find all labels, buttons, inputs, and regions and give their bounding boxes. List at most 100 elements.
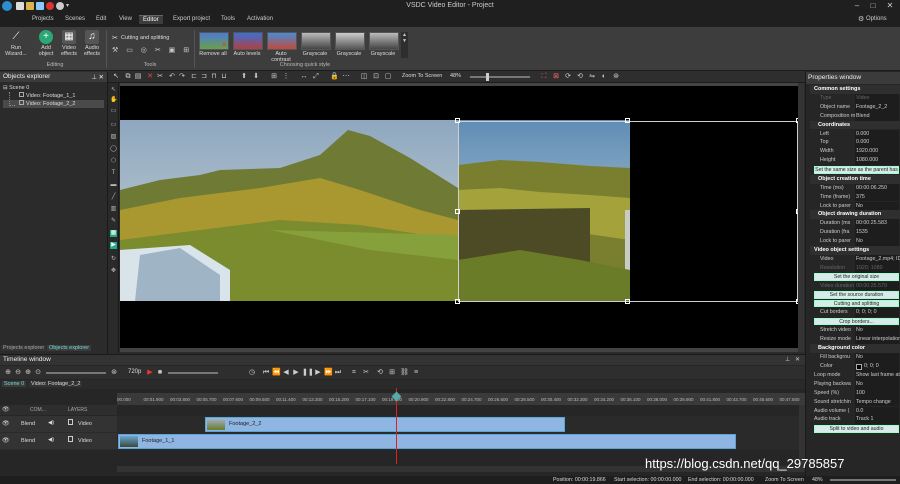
gear-icon[interactable]: ⚙	[858, 15, 864, 23]
color-swatch[interactable]	[856, 363, 862, 370]
split-icon[interactable]: ✂	[362, 368, 370, 377]
wheel-icon[interactable]: ⊛	[612, 72, 620, 81]
volume-slider[interactable]	[168, 372, 218, 374]
prop-cut-borders[interactable]: Cut borders 0; 0; 0; 0	[810, 308, 900, 318]
skip-end-icon[interactable]: ⏭	[334, 368, 342, 377]
step-back-icon[interactable]: ◀	[282, 368, 290, 377]
cutting-splitting-prop-button[interactable]: Cutting and splitting	[814, 299, 899, 307]
stretch-icon[interactable]: ↔	[300, 72, 308, 81]
prop-time-frame[interactable]: Time (frame) 375	[810, 192, 900, 202]
rotate-back-icon[interactable]: ⟲	[576, 72, 584, 81]
rotate-icon[interactable]: ⟳	[564, 72, 572, 81]
subtitle-icon[interactable]: ▬	[110, 182, 117, 189]
section-creation-time[interactable]: Object creation time	[810, 174, 900, 184]
panel-close-icon[interactable]: ✕	[99, 73, 104, 81]
resolution-dropdown[interactable]: 720p	[128, 369, 141, 375]
lock-icon[interactable]: 🔒	[330, 72, 339, 81]
snap-icon[interactable]: ⊞	[388, 368, 396, 377]
play-icon[interactable]: ▶	[292, 368, 300, 377]
canvas-scrollbar[interactable]	[798, 83, 804, 352]
prop-time-ms[interactable]: Time (ms) 00:00:06.250	[810, 183, 900, 193]
zoom-slider[interactable]	[470, 76, 530, 78]
delete-icon[interactable]: ✕	[146, 72, 154, 81]
cutting-splitting-button[interactable]: Cutting and splitting	[121, 35, 169, 41]
prop-width[interactable]: Width 1920.000	[810, 147, 900, 157]
prev-frame-icon[interactable]: ⏪	[272, 368, 281, 377]
cut-icon[interactable]: ✂	[156, 72, 164, 81]
menu-view[interactable]: View	[115, 15, 136, 23]
prop-playing-backwards[interactable]: Playing backwa No	[810, 379, 900, 389]
audio-icon[interactable]: ◀)	[48, 437, 54, 443]
align-left-icon[interactable]: ⊏	[190, 72, 198, 81]
add-object-button[interactable]: + Add object	[34, 30, 58, 57]
clock-icon[interactable]: ◷	[248, 368, 256, 377]
prop-loop-mode[interactable]: Loop mode Show last frame at	[810, 370, 900, 380]
stop-icon[interactable]: ■	[156, 368, 164, 377]
resize-handle[interactable]	[625, 118, 630, 123]
align-center-icon[interactable]: ⊐	[200, 72, 208, 81]
line-icon[interactable]: ╱	[110, 194, 117, 201]
track-settings-icon[interactable]	[68, 419, 73, 425]
snap-icon[interactable]: ⊡	[372, 72, 380, 81]
quick-style-grayscale-2[interactable]	[335, 32, 365, 50]
options-label[interactable]: Options	[866, 16, 887, 22]
close-icon[interactable]: ✕	[883, 1, 897, 10]
ellipse-icon[interactable]: ◯	[110, 146, 117, 153]
hand-icon[interactable]: ✋	[110, 97, 117, 104]
fit-icon[interactable]: ⤢	[312, 72, 320, 81]
align-top-icon[interactable]: ⊓	[210, 72, 218, 81]
resize-handle[interactable]	[455, 299, 460, 304]
selection-frame[interactable]	[458, 121, 798, 302]
next-frame-icon[interactable]: ⏩	[324, 368, 333, 377]
prop-resize-mode[interactable]: Resize mode Linear interpolation	[810, 335, 900, 345]
audio-effects-button[interactable]: ♫ Audio effects	[80, 30, 104, 57]
skip-start-icon[interactable]: ⏮	[262, 368, 270, 377]
menu-activation[interactable]: Activation	[243, 15, 277, 23]
pin-icon[interactable]: ⊥	[91, 73, 97, 81]
rectangle-icon[interactable]: ▭	[110, 122, 117, 129]
menu-export-project[interactable]: Export project	[169, 15, 214, 23]
menu-tools[interactable]: Tools	[217, 15, 239, 23]
same-size-button[interactable]: Set the same size as the parent has	[814, 166, 899, 174]
eye-icon[interactable]: 👁	[2, 437, 10, 444]
section-video-object-settings[interactable]: Video object settings	[810, 246, 900, 255]
menu-editor[interactable]: Editor	[139, 15, 163, 24]
loop-icon[interactable]: ⟲	[376, 368, 384, 377]
image-icon[interactable]: ▨	[110, 134, 117, 141]
timeline-close-icon[interactable]: ✕	[795, 356, 800, 363]
quick-style-grayscale-3[interactable]	[369, 32, 399, 50]
grid-icon[interactable]: ⊞	[270, 72, 278, 81]
eye-icon[interactable]: 👁	[2, 420, 10, 427]
section-drawing-duration[interactable]: Object drawing duration	[810, 210, 900, 220]
tab-scene-0[interactable]: Scene 0	[2, 381, 27, 387]
menu-projects[interactable]: Projects	[28, 15, 58, 23]
prop-fill-background[interactable]: Fill backgrou No	[810, 353, 900, 362]
brush-icon[interactable]: ✎	[110, 218, 117, 225]
prop-video-file[interactable]: Video Footage_2.mp4; ID	[810, 254, 900, 264]
prop-top[interactable]: Top 0.000	[810, 138, 900, 148]
fullscreen-icon[interactable]: ▢	[384, 72, 392, 81]
resize-handle[interactable]	[455, 209, 460, 214]
tab-projects-explorer[interactable]: Projects explorer	[1, 345, 47, 351]
clip-footage-1-1[interactable]: Footage_1_1	[118, 434, 736, 449]
prop-lock-parent-2[interactable]: Lock to parer No	[810, 237, 900, 246]
tree-item-scene[interactable]: ⊟ Scene 0	[3, 84, 104, 92]
cursor-icon[interactable]: ↖	[110, 87, 117, 94]
align-bottom-icon[interactable]: ⊔	[220, 72, 228, 81]
menu-scenes[interactable]: Scenes	[61, 15, 89, 23]
chart-icon[interactable]: ▥	[110, 206, 117, 213]
step-forward-icon[interactable]: ▶	[314, 368, 322, 377]
video-effects-button[interactable]: ▦ Video effects	[57, 30, 81, 57]
minimize-icon[interactable]: –	[850, 1, 864, 10]
section-coordinates[interactable]: Coordinates	[810, 120, 900, 130]
prop-lock-parent[interactable]: Lock to parer No	[810, 201, 900, 211]
crop-red-icon[interactable]: ⊠	[552, 72, 560, 81]
record-icon[interactable]: ▶	[146, 368, 154, 377]
tab-objects-explorer[interactable]: Objects explorer	[47, 345, 92, 351]
prop-color[interactable]: Color 0; 0; 0	[810, 362, 900, 371]
menu-edit[interactable]: Edit	[92, 15, 110, 23]
split-audio-button[interactable]: Split to video and audio	[814, 425, 899, 433]
color-icon[interactable]: ◐	[600, 72, 608, 81]
text-icon[interactable]: T	[110, 170, 117, 177]
prop-duration-frames[interactable]: Duration (fra 1535	[810, 228, 900, 238]
